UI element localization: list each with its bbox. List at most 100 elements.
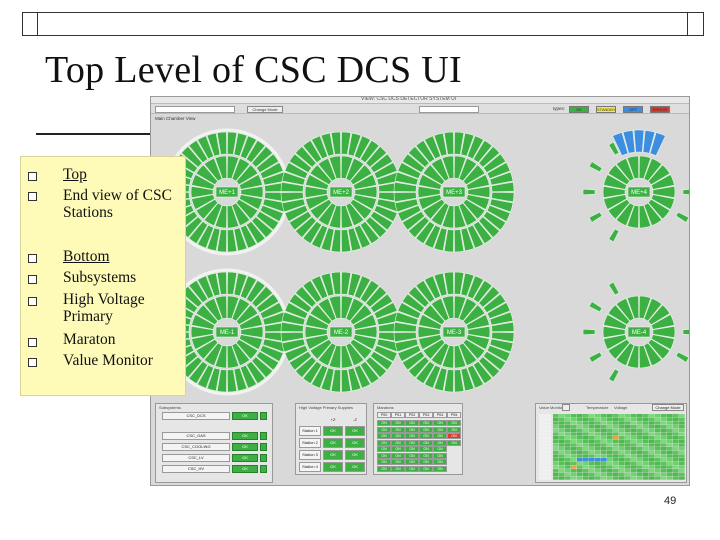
maraton-cell[interactable]: ON (377, 433, 391, 439)
heatmap-cell[interactable] (589, 469, 595, 473)
maraton-cell[interactable]: ON (391, 465, 405, 472)
heatmap-cell[interactable] (559, 472, 565, 477)
heatmap-cell[interactable] (679, 414, 685, 418)
heatmap-cell[interactable] (565, 443, 571, 447)
heatmap-cell[interactable] (589, 417, 595, 422)
heatmap-cell[interactable] (655, 436, 661, 440)
heatmap-cell[interactable] (637, 428, 643, 433)
heatmap-cell[interactable] (631, 421, 637, 425)
subsystem-row[interactable]: CSC_HV OK (162, 465, 272, 473)
heatmap-cell[interactable] (601, 461, 607, 466)
heatmap-cell[interactable] (643, 454, 649, 458)
heatmap-cell[interactable] (613, 439, 619, 444)
maraton-cell[interactable]: ON (433, 465, 447, 472)
heatmap-cell[interactable] (661, 417, 667, 422)
heatmap-cell[interactable] (553, 465, 559, 469)
heatmap-cell[interactable] (565, 476, 571, 480)
heatmap-cell[interactable] (607, 428, 613, 433)
heatmap-cell[interactable] (583, 450, 589, 455)
heatmap-cell[interactable] (619, 428, 625, 433)
heatmap-cell[interactable] (595, 421, 601, 425)
heatmap-cell[interactable] (553, 447, 559, 451)
heatmap-cell[interactable] (553, 417, 559, 422)
heatmap-cell[interactable] (673, 447, 679, 451)
subsystem-row-top[interactable]: CSC_DCS OK (162, 412, 272, 420)
heatmap-cell[interactable] (625, 476, 631, 480)
heatmap-cell[interactable] (583, 425, 589, 429)
heatmap-cell[interactable] (613, 443, 619, 447)
heatmap-cell[interactable] (559, 436, 565, 440)
heatmap-cell[interactable] (589, 436, 595, 440)
heatmap-cell[interactable] (607, 417, 613, 422)
heatmap-cell[interactable] (625, 414, 631, 418)
heatmap-cell[interactable] (571, 465, 577, 469)
maraton-cell[interactable]: ON (391, 433, 405, 439)
maraton-cell[interactable]: ON (433, 426, 447, 433)
heatmap-cell[interactable] (625, 436, 631, 440)
heatmap-cell[interactable] (625, 443, 631, 447)
heatmap-cell[interactable] (643, 476, 649, 480)
heatmap-cell[interactable] (613, 461, 619, 466)
heatmap-cell[interactable] (631, 432, 637, 436)
heatmap-cell[interactable] (607, 432, 613, 436)
heatmap-cell[interactable] (577, 458, 583, 462)
heatmap-cell[interactable] (607, 476, 613, 480)
heatmap-cell[interactable] (601, 425, 607, 429)
heatmap-cell[interactable] (613, 476, 619, 480)
chamber-outer[interactable] (588, 351, 603, 363)
heatmap-cell[interactable] (583, 443, 589, 447)
heatmap-cell[interactable] (613, 414, 619, 418)
heatmap-cell[interactable] (661, 454, 667, 458)
heatmap-cell[interactable] (577, 425, 583, 429)
heatmap-cell[interactable] (655, 450, 661, 455)
heatmap-cell[interactable] (619, 439, 625, 444)
maraton-cell[interactable]: ON (419, 420, 433, 426)
maraton-cell[interactable]: ON (377, 420, 391, 426)
heatmap-cell[interactable] (571, 414, 577, 418)
heatmap-cell[interactable] (667, 469, 673, 473)
heatmap-cell[interactable] (571, 447, 577, 451)
station-meplusminus-4[interactable]: ME+4 (582, 129, 690, 243)
heatmap-cell[interactable] (571, 439, 577, 444)
heatmap-cell[interactable] (601, 476, 607, 480)
heatmap-cell[interactable] (655, 414, 661, 418)
heatmap-cell[interactable] (649, 454, 655, 458)
heatmap-cell[interactable] (577, 417, 583, 422)
chamber-outer[interactable] (608, 368, 620, 383)
heatmap-cell[interactable] (565, 425, 571, 429)
heatmap-cell[interactable] (667, 465, 673, 469)
heatmap-cell[interactable] (601, 439, 607, 444)
heatmap-cell[interactable] (649, 476, 655, 480)
heatmap-cell[interactable] (679, 428, 685, 433)
heatmap-cell[interactable] (559, 458, 565, 462)
maraton-cell[interactable]: ON (433, 452, 447, 459)
heatmap-cell[interactable] (631, 450, 637, 455)
heatmap-cell[interactable] (619, 417, 625, 422)
heatmap-cell[interactable] (649, 450, 655, 455)
heatmap-cell[interactable] (673, 417, 679, 422)
heatmap-cell[interactable] (643, 421, 649, 425)
heatmap-cell[interactable] (625, 469, 631, 473)
heatmap-cell[interactable] (625, 458, 631, 462)
heatmap-cell[interactable] (625, 421, 631, 425)
heatmap-cell[interactable] (625, 425, 631, 429)
heatmap-cell[interactable] (649, 461, 655, 466)
heatmap-cell[interactable] (679, 476, 685, 480)
heatmap-cell[interactable] (601, 454, 607, 458)
heatmap-cell[interactable] (637, 476, 643, 480)
heatmap-cell[interactable] (649, 443, 655, 447)
maraton-cell[interactable]: ON (377, 446, 391, 452)
heatmap-cell[interactable] (631, 465, 637, 469)
station-meminus-2[interactable]: ME-2 (280, 271, 402, 393)
heatmap-cell[interactable] (619, 472, 625, 477)
heatmap-cell[interactable] (577, 454, 583, 458)
heatmap-cell[interactable] (607, 414, 613, 418)
heatmap-cell[interactable] (601, 472, 607, 477)
heatmap-cell[interactable] (637, 450, 643, 455)
heatmap-cell[interactable] (619, 461, 625, 466)
heatmap-cell[interactable] (655, 417, 661, 422)
subsystem-panel-button[interactable] (260, 454, 267, 462)
heatmap-cell[interactable] (637, 454, 643, 458)
heatmap-cell[interactable] (583, 417, 589, 422)
heatmap-cell[interactable] (595, 425, 601, 429)
